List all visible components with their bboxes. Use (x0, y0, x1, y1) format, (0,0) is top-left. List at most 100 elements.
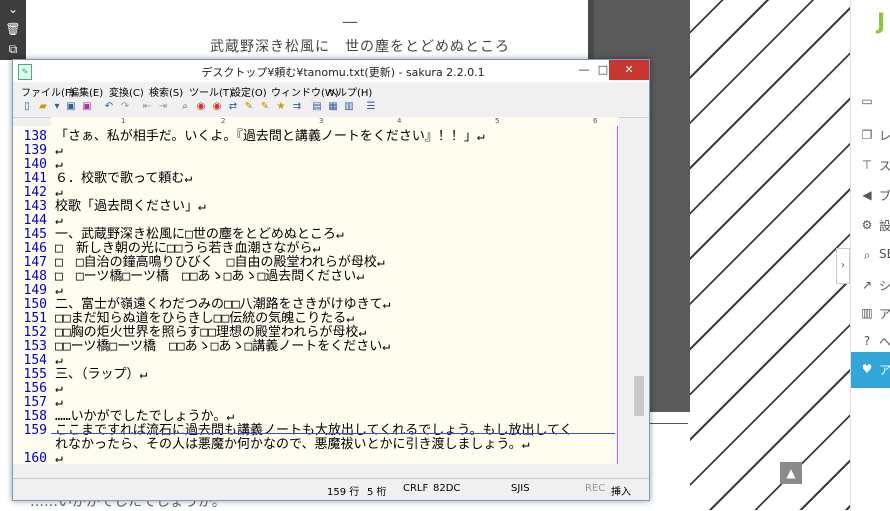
text-editor[interactable]: 138 139 140 141 142 143 144 145 146 147 148 149 150 1… (13, 126, 619, 464)
line-number: 144 (23, 213, 47, 228)
collapse-panel-button[interactable]: › (836, 248, 850, 284)
divider (648, 423, 688, 424)
text-line[interactable]: れなかったら、その人は悪魔か何かなので、悪魔祓いとかに引き渡しましょう。↵ (55, 438, 530, 452)
status-column: 5 桁 (367, 487, 387, 498)
save-icon[interactable]: ▣ (65, 101, 77, 113)
separator-dash: — (342, 12, 358, 31)
menu-settings[interactable]: 設定(O) (231, 84, 267, 99)
menu-convert[interactable]: 変換(C) (109, 84, 144, 99)
line-number: 158 (23, 409, 47, 424)
nav-item-10[interactable]: ♥ ア (851, 352, 890, 388)
vertical-scrollbar[interactable] (631, 126, 648, 464)
text-line[interactable]: 校歌「過去問ください」↵ (55, 200, 206, 214)
text-line[interactable]: 「さぁ、私が相手だ。いくよ。『過去問と講義ノートをください』！！」↵ (55, 130, 485, 144)
menu-edit[interactable]: 編集(E) (69, 84, 103, 99)
text-line[interactable]: ↵ (55, 144, 63, 158)
text-line[interactable]: ……いかがでしたでしょうか。↵ (55, 410, 234, 424)
scrollbar-thumb[interactable] (634, 376, 644, 416)
monitor-icon: ▭ (861, 94, 873, 108)
text-line[interactable]: ↵ (55, 396, 63, 410)
scroll-top-button[interactable]: ▲ (780, 462, 802, 484)
pin-icon: ⊤ (861, 158, 873, 172)
text-line[interactable]: □ □自治の鐘高鳴りひびく □自由の殿堂われらが母校↵ (55, 256, 385, 270)
text-line[interactable]: 一、武蔵野深き松風に□世の塵をとどめぬところ↵ (55, 228, 344, 242)
find-next-icon[interactable]: ◉ (211, 101, 223, 113)
status-charcode: 82DC (433, 483, 461, 494)
line-number: 151 (23, 311, 47, 326)
title-bar[interactable]: ✎ デスクトップ¥頼む¥tanomu.txt(更新) - sakura 2.2.… (13, 60, 649, 82)
share-icon: ↗ (861, 278, 873, 292)
text-line[interactable]: □ □ーツ橋□ーツ橋 □□あゝ□あゝ□過去問ください↵ (55, 270, 364, 284)
line-number: 159 (23, 423, 47, 438)
nav-item-1[interactable]: ▭ (851, 84, 890, 120)
cursor-underline (51, 433, 615, 434)
forward-icon[interactable]: ⇥ (157, 101, 169, 113)
text-line[interactable]: □□ーツ橋□ーツ橋 □□あゝ□あゝ□講義ノートをください↵ (55, 340, 390, 354)
text-line[interactable]: ↵ (55, 382, 63, 396)
text-line[interactable]: 二、富士が嶺遠くわだつみの□□八潮路をさきがけゆきて↵ (55, 298, 390, 312)
line-number: 157 (23, 395, 47, 410)
line-number: 139 (23, 143, 47, 158)
text-line[interactable]: ↵ (55, 452, 63, 465)
text-line[interactable]: 三、（ラップ）↵ (55, 368, 147, 382)
grep-icon[interactable]: ✎ (259, 101, 271, 113)
status-line: 159 行 (327, 487, 360, 498)
new-file-icon[interactable]: ▯ (21, 101, 33, 113)
menu-file[interactable]: ファイル(F) (21, 84, 75, 99)
line-number: 146 (23, 241, 47, 256)
outline-icon[interactable]: ▤ (311, 101, 323, 113)
back-icon[interactable]: ⇤ (141, 101, 153, 113)
menu-search[interactable]: 検索(S) (149, 84, 183, 99)
line-number: 149 (23, 283, 47, 298)
line-number: 141 (23, 171, 47, 186)
maximize-button[interactable]: □ (597, 60, 609, 80)
app-icon: ✎ (18, 64, 32, 80)
text-line[interactable]: □□胸の炬火世界を照らす□□理想の殿堂われらが母校↵ (55, 326, 366, 340)
editor-window: ✎ デスクトップ¥頼む¥tanomu.txt(更新) - sakura 2.2.… (12, 59, 650, 501)
close-button[interactable]: ✕ (609, 60, 649, 80)
text-line[interactable]: ↵ (55, 214, 63, 228)
open-folder-icon[interactable]: ▰ (37, 101, 49, 113)
chevron-right-icon: › (841, 260, 845, 271)
text-line[interactable]: ここまですれば流石に過去問も講義ノートも大放出してくれるでしょう。もし放出してく (55, 424, 573, 438)
text-line[interactable]: ↵ (55, 158, 63, 172)
replace-icon[interactable]: ⇄ (227, 101, 239, 113)
copy-icon[interactable]: ⧉ (5, 42, 21, 56)
highlight-icon[interactable]: ✎ (243, 101, 255, 113)
minimize-button[interactable]: — (571, 60, 597, 80)
find-prev-icon[interactable]: ◉ (195, 101, 207, 113)
split-icon[interactable]: ▦ (327, 101, 339, 113)
heart-icon: ♥ (861, 362, 873, 376)
settings-list-icon[interactable]: ☰ (365, 101, 377, 113)
line-number: 153 (23, 339, 47, 354)
text-line[interactable]: ↵ (55, 284, 63, 298)
text-line[interactable]: ↵ (55, 186, 63, 200)
jump-icon[interactable]: ⇉ (291, 101, 303, 113)
find-icon[interactable]: ⌕ (179, 101, 191, 113)
chevron-down-icon[interactable]: ⌄ (5, 2, 21, 16)
redo-icon[interactable]: ↷ (119, 101, 131, 113)
horizontal-scrollbar[interactable] (13, 464, 631, 474)
dropdown-icon[interactable]: ▾ (51, 101, 63, 113)
bookmark-icon[interactable]: ★ (275, 101, 287, 113)
trash-icon[interactable]: 🗑 (5, 22, 21, 36)
wrap-margin (617, 126, 618, 464)
line-number: 143 (23, 199, 47, 214)
menu-help[interactable]: ヘルプ(H) (327, 84, 372, 99)
compare-icon[interactable]: ▥ (343, 101, 355, 113)
save-all-icon[interactable]: ▣ (81, 101, 93, 113)
line-number: 150 (23, 297, 47, 312)
status-mode: 挿入 (611, 487, 631, 498)
menu-tools[interactable]: ツール(T) (189, 84, 233, 99)
text-line[interactable]: □ 新しき朝の光に□□うら若き血潮さながら↵ (55, 242, 320, 256)
line-number: 140 (23, 157, 47, 172)
window-title: デスクトップ¥頼む¥tanomu.txt(更新) - sakura 2.2.0.… (201, 66, 485, 79)
text-line[interactable]: ６．校歌で歌って頼む↵ (55, 172, 192, 186)
status-rec: REC (585, 483, 606, 494)
undo-icon[interactable]: ↶ (103, 101, 115, 113)
menu-bar: ファイル(F) 編集(E) 変換(C) 検索(S) ツール(T) 設定(O) ウ… (13, 82, 649, 99)
line-number: 142 (23, 185, 47, 200)
text-line[interactable]: ↵ (55, 354, 63, 368)
line-number: 156 (23, 381, 47, 396)
text-line[interactable]: □□まだ知らぬ道をひらきし□□伝統の気魄こりたる↵ (55, 312, 354, 326)
